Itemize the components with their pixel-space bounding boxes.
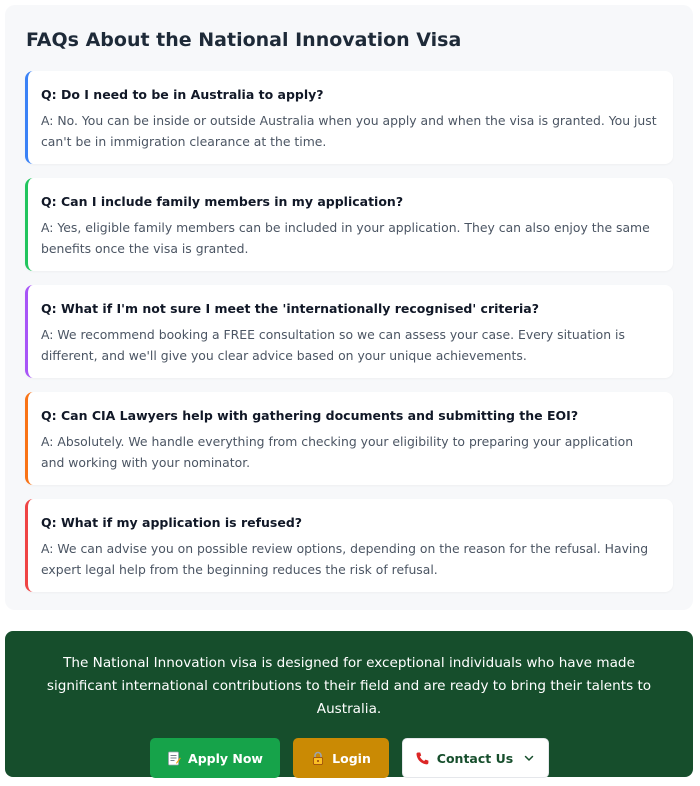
lock-icon xyxy=(310,750,326,766)
faq-question: Q: What if my application is refused? xyxy=(41,515,303,530)
faq-item: Q: What if my application is refused? A:… xyxy=(25,499,673,592)
faq-item: Q: Can I include family members in my ap… xyxy=(25,178,673,271)
faq-item: Q: Do I need to be in Australia to apply… xyxy=(25,71,673,164)
apply-now-button[interactable]: Apply Now xyxy=(149,738,280,778)
faq-answer: A: We recommend booking a FREE consultat… xyxy=(41,327,625,363)
cta-buttons: Apply Now Login Contact Us xyxy=(5,738,693,778)
contact-us-button[interactable]: Contact Us xyxy=(401,738,549,778)
faq-answer: A: Absolutely. We handle everything from… xyxy=(41,434,634,470)
apply-now-label: Apply Now xyxy=(188,750,263,766)
faq-title: FAQs About the National Innovation Visa xyxy=(26,29,462,51)
cta-text: The National Innovation visa is designed… xyxy=(46,655,652,717)
faq-section: FAQs About the National Innovation Visa … xyxy=(5,5,693,610)
faq-answer: A: Yes, eligible family members can be i… xyxy=(41,220,650,256)
faq-question: Q: Can CIA Lawyers help with gathering d… xyxy=(41,408,579,423)
phone-icon xyxy=(415,750,431,766)
faq-question: Q: Can I include family members in my ap… xyxy=(41,194,404,209)
login-label: Login xyxy=(332,750,371,766)
faq-list: Q: Do I need to be in Australia to apply… xyxy=(25,71,673,592)
memo-icon xyxy=(166,750,182,766)
faq-question: Q: What if I'm not sure I meet the 'inte… xyxy=(41,301,539,316)
cta-banner: The National Innovation visa is designed… xyxy=(5,631,693,778)
faq-answer: A: No. You can be inside or outside Aust… xyxy=(41,113,657,149)
faq-item: Q: What if I'm not sure I meet the 'inte… xyxy=(25,285,673,378)
faq-question: Q: Do I need to be in Australia to apply… xyxy=(41,87,324,102)
chevron-down-icon xyxy=(523,752,535,764)
contact-us-label: Contact Us xyxy=(436,750,514,766)
faq-answer: A: We can advise you on possible review … xyxy=(41,541,649,577)
login-button[interactable]: Login xyxy=(292,738,389,778)
faq-item: Q: Can CIA Lawyers help with gathering d… xyxy=(25,392,673,485)
